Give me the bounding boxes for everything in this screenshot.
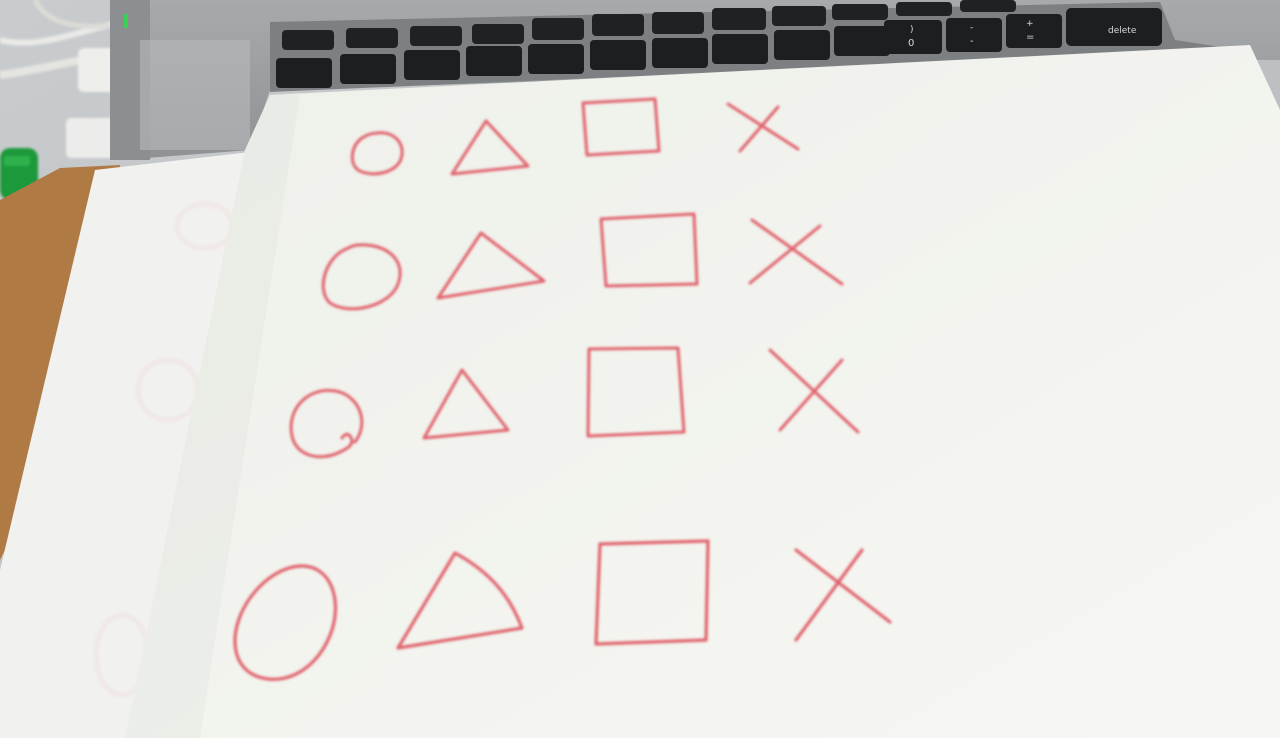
key-equals-top-label: + bbox=[1026, 19, 1034, 29]
paper-sheet bbox=[125, 45, 1280, 738]
key-minus-top-label: - bbox=[970, 23, 973, 33]
status-led bbox=[124, 14, 128, 28]
key-minus-bottom-label: - bbox=[970, 36, 974, 47]
key-zero-bottom-label: 0 bbox=[908, 38, 914, 49]
key-zero-top-label: ) bbox=[910, 25, 914, 35]
delete-key-label: delete bbox=[1108, 26, 1137, 36]
photo-canvas: ) 0 - - + = delete bbox=[0, 0, 1280, 738]
key-minus bbox=[946, 18, 1002, 52]
photo-scene: ) 0 - - + = delete bbox=[0, 0, 1280, 738]
key-equals-bottom-label: = bbox=[1026, 32, 1034, 43]
